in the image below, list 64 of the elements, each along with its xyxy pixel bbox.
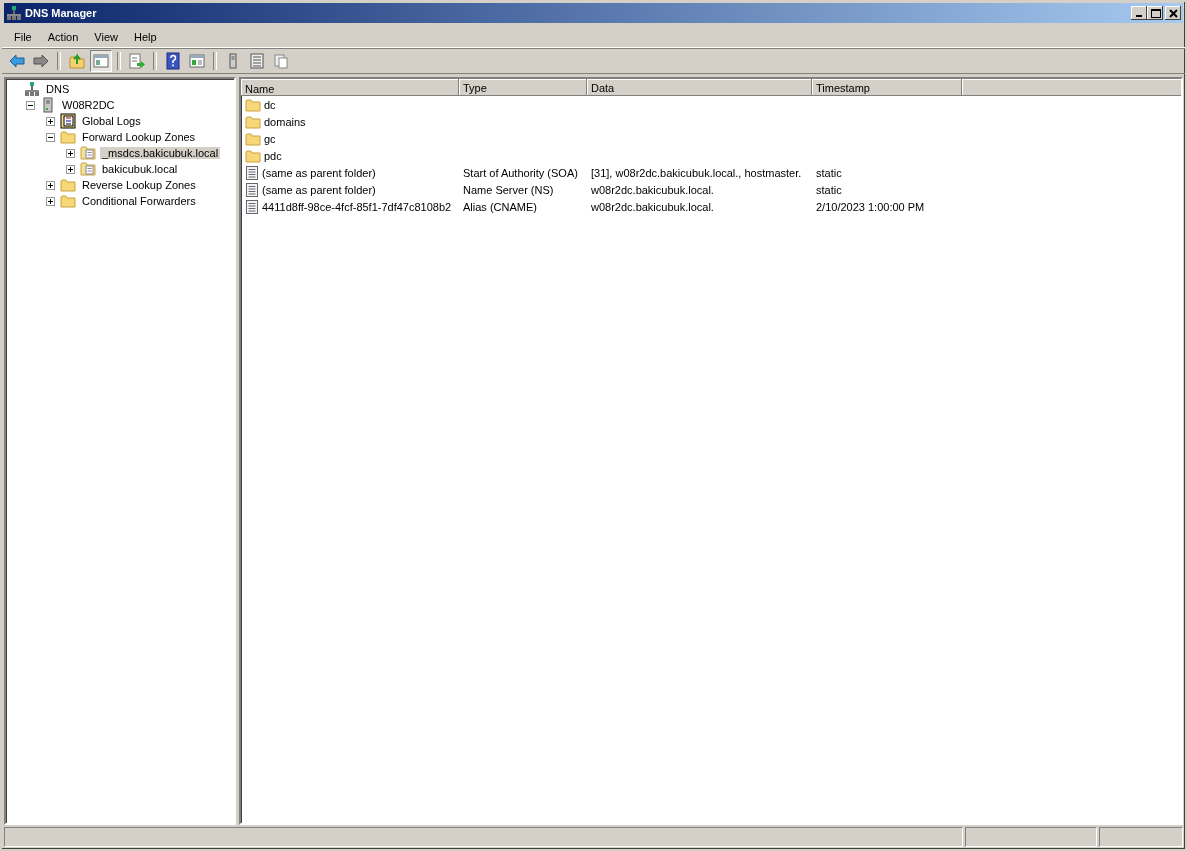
folder-icon xyxy=(245,131,261,146)
menu-item[interactable]: Action xyxy=(39,29,87,45)
record-type: Alias (CNAME) xyxy=(463,200,537,213)
tree-item[interactable]: DNS xyxy=(44,83,72,95)
tree-item[interactable]: bakicubuk.local xyxy=(100,163,180,175)
row-name[interactable]: 4411d8ff-98ce-4fcf-85f1-7df47c8108b2 xyxy=(262,200,452,213)
export-list-icon[interactable] xyxy=(126,50,148,72)
folder-icon xyxy=(60,194,76,208)
log-book-icon xyxy=(60,113,76,129)
record-timestamp: static xyxy=(816,183,842,196)
record-data: [31], w08r2dc.bakicubuk.local., hostmaster. xyxy=(591,166,802,179)
collapse-icon[interactable] xyxy=(46,132,55,142)
expand-icon[interactable] xyxy=(46,180,55,190)
tree-item[interactable]: W08R2DC xyxy=(60,99,117,111)
row-name[interactable]: pdc xyxy=(264,149,282,162)
menu-item[interactable]: View xyxy=(86,29,126,45)
network-icon xyxy=(24,81,40,97)
folder-icon xyxy=(245,148,261,163)
record-icon xyxy=(245,181,259,198)
folder-document-icon xyxy=(80,161,96,177)
minimize-button[interactable] xyxy=(1131,6,1147,20)
row-name[interactable]: domains xyxy=(264,115,306,128)
record-data: w08r2dc.bakicubuk.local. xyxy=(591,183,714,196)
menu-item[interactable]: File xyxy=(6,29,40,45)
record-timestamp: 2/10/2023 1:00:00 PM xyxy=(816,200,925,213)
record-data: w08r2dc.bakicubuk.local. xyxy=(591,200,714,213)
folder-icon xyxy=(245,97,261,112)
close-icon xyxy=(1166,7,1180,19)
record-timestamp: static xyxy=(816,166,842,179)
row-name[interactable]: gc xyxy=(264,132,276,145)
tree-item[interactable]: Conditional Forwarders xyxy=(80,195,198,207)
close-button[interactable] xyxy=(1165,6,1181,20)
record-icon xyxy=(245,164,259,181)
expand-icon[interactable] xyxy=(46,196,55,206)
tree-item[interactable]: Reverse Lookup Zones xyxy=(80,179,198,191)
folder-icon xyxy=(60,178,76,192)
folder-document-icon xyxy=(80,145,96,161)
row-name[interactable]: (same as parent folder) xyxy=(262,183,376,196)
column-header[interactable]: Type xyxy=(459,79,587,96)
column-header[interactable]: Timestamp xyxy=(812,79,962,96)
tree-item[interactable]: Global Logs xyxy=(80,115,143,127)
maximize-icon xyxy=(1148,7,1162,19)
network-icon xyxy=(6,5,22,21)
expand-icon[interactable] xyxy=(46,116,55,126)
expand-icon[interactable] xyxy=(66,148,75,158)
record-icon xyxy=(245,198,259,215)
column-header[interactable]: Data xyxy=(587,79,812,96)
console-tree-icon[interactable] xyxy=(90,50,112,72)
row-name[interactable]: (same as parent folder) xyxy=(262,166,376,179)
record-type: Name Server (NS) xyxy=(463,183,554,196)
row-name[interactable]: dc xyxy=(264,98,276,111)
folder-icon xyxy=(60,130,76,144)
server-icon xyxy=(40,97,56,113)
record-type: Start of Authority (SOA) xyxy=(463,166,578,179)
menu-item[interactable]: Help xyxy=(125,29,165,45)
tree-item[interactable]: Forward Lookup Zones xyxy=(80,131,198,143)
maximize-button[interactable] xyxy=(1147,6,1163,20)
minimize-icon xyxy=(1136,15,1142,17)
window-title: DNS Manager xyxy=(25,7,98,19)
collapse-icon[interactable] xyxy=(26,100,35,110)
tree-item[interactable]: _msdcs.bakicubuk.local xyxy=(100,147,221,159)
column-header[interactable]: Name xyxy=(241,79,459,96)
expand-icon[interactable] xyxy=(66,164,75,174)
folder-icon xyxy=(245,114,261,129)
